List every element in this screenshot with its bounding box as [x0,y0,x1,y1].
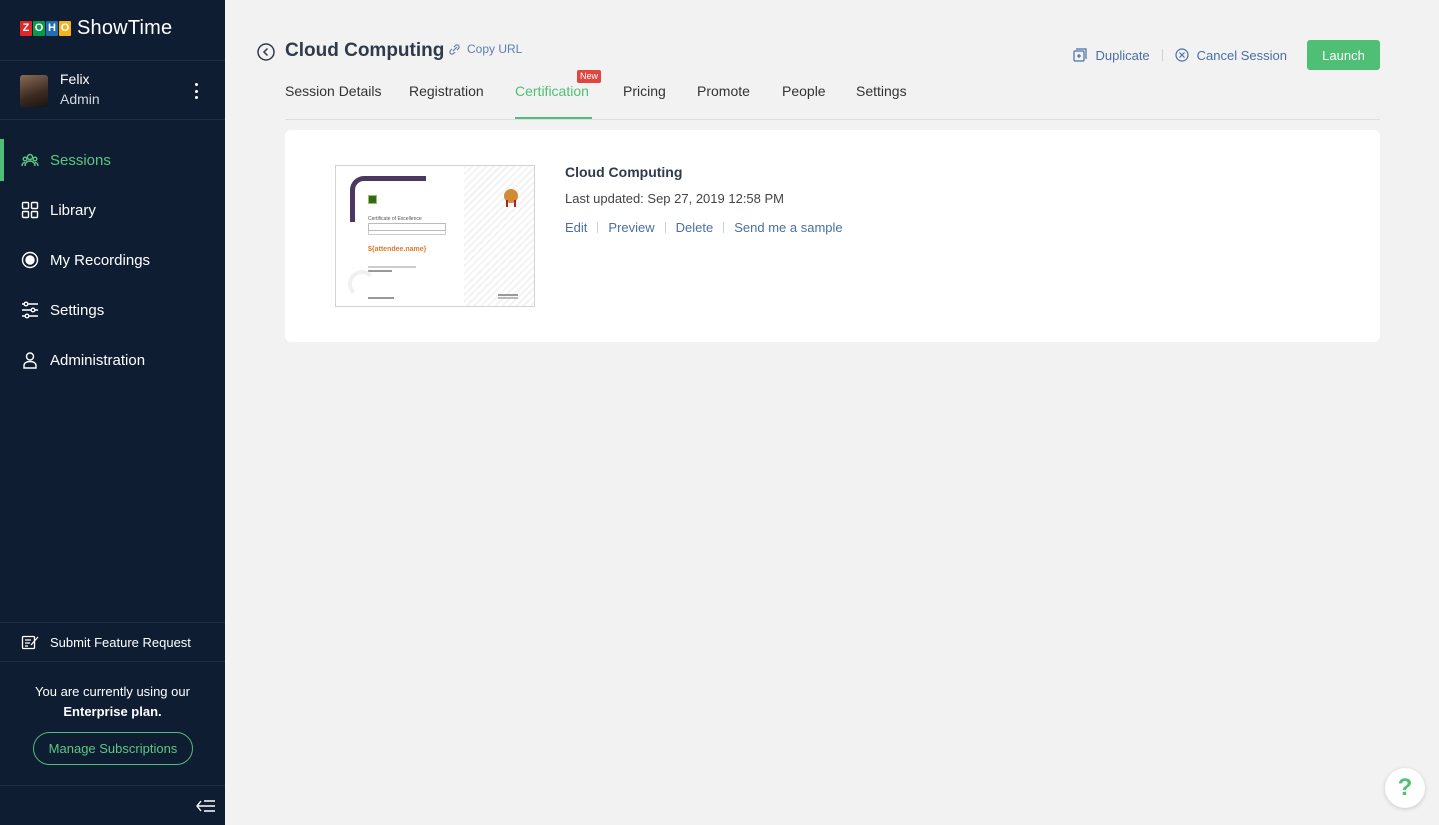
more-vertical-icon[interactable] [191,81,201,101]
feature-request-icon [21,635,39,650]
certificate-actions: Edit Preview Delete Send me a sample [565,220,843,235]
sidebar-item-label: My Recordings [50,251,151,269]
tab-session-details[interactable]: Session Details [285,83,382,99]
duplicate-button[interactable]: Duplicate [1073,47,1150,63]
certificate-thumb-title: Certificate of Excellence [368,216,422,222]
certificate-thumb-placeholder: ${attendee.name} [368,246,427,253]
grid-icon [21,201,39,219]
sidebar-item-label: Library [50,201,96,219]
preview-link[interactable]: Preview [608,220,654,235]
new-badge: New [577,70,602,83]
link-icon [449,43,460,55]
logo-letter-o2: O [59,20,71,36]
divider [723,222,725,233]
brand[interactable]: Z O H O ShowTime [20,14,172,42]
logo-letter-z: Z [20,20,32,36]
plan-name: Enterprise plan. [63,704,162,719]
divider [597,222,599,233]
user-profile: Felix Admin [0,60,225,120]
certificate-logo [368,195,377,204]
tab-promote[interactable]: Promote [697,83,750,99]
sidebar-item-label: Settings [50,301,105,319]
tab-certification[interactable]: Certification [515,83,589,99]
duplicate-label: Duplicate [1095,47,1150,63]
tab-registration[interactable]: Registration [409,83,484,99]
certificate-thumbnail[interactable]: Certificate of Excellence ${attendee.nam… [335,165,535,307]
page-title: Cloud Computing [285,40,445,61]
edit-link[interactable]: Edit [565,220,587,235]
help-icon[interactable]: ? [1385,768,1425,808]
zoho-logo: Z O H O [20,20,71,36]
sidebar: Z O H O ShowTime Felix Admin Sessions Li… [0,0,225,825]
back-icon[interactable] [257,43,275,61]
ribbon-icon [506,200,516,207]
manage-subscriptions-button[interactable]: Manage Subscriptions [33,732,193,765]
sidebar-item-settings[interactable]: Settings [0,285,225,335]
active-tab-indicator [515,117,592,119]
sidebar-item-label: Sessions [50,151,111,169]
sidebar-item-administration[interactable]: Administration [0,335,225,385]
cancel-icon [1175,48,1189,62]
certificate-title: Cloud Computing [565,164,683,180]
sidebar-nav: Sessions Library My Recordings Settings [0,135,225,385]
cancel-session-label: Cancel Session [1196,47,1287,63]
launch-button[interactable]: Launch [1307,40,1380,70]
user-role: Admin [60,91,100,107]
sidebar-item-label: Administration [50,351,146,369]
session-tabs: Session Details Registration Certificati… [285,70,1380,120]
sessions-icon [21,153,39,167]
copy-url-label: Copy URL [467,42,523,56]
feature-request-label: Submit Feature Request [50,634,191,650]
logo-letter-o: O [33,20,45,36]
tab-people[interactable]: People [782,83,826,99]
user-name: Felix [60,71,90,87]
sidebar-item-library[interactable]: Library [0,185,225,235]
plan-info: You are currently using our Enterprise p… [0,682,225,722]
duplicate-icon [1073,48,1088,62]
tab-pricing[interactable]: Pricing [623,83,666,99]
header-actions: Duplicate Cancel Session Launch [1073,40,1380,70]
user-icon [23,352,37,369]
collapse-sidebar-icon[interactable] [195,798,215,814]
divider [1161,49,1163,61]
send-sample-link[interactable]: Send me a sample [734,220,842,235]
brand-name: ShowTime [77,16,173,39]
plan-line: You are currently using our [35,684,190,699]
sidebar-footer [0,785,225,825]
logo-letter-h: H [46,20,58,36]
last-updated: Last updated: Sep 27, 2019 12:58 PM [565,191,785,206]
copy-url-link[interactable]: Copy URL [448,42,522,56]
cancel-session-button[interactable]: Cancel Session [1175,48,1287,63]
delete-link[interactable]: Delete [676,220,714,235]
divider [664,222,666,233]
sliders-icon [22,301,38,319]
certificate-card: Certificate of Excellence ${attendee.nam… [285,130,1380,342]
submit-feature-request[interactable]: Submit Feature Request [0,622,225,662]
record-icon [21,251,39,269]
tab-settings[interactable]: Settings [856,83,907,99]
avatar[interactable] [20,75,48,107]
sidebar-item-sessions[interactable]: Sessions [0,135,225,185]
sidebar-item-my-recordings[interactable]: My Recordings [0,235,225,285]
